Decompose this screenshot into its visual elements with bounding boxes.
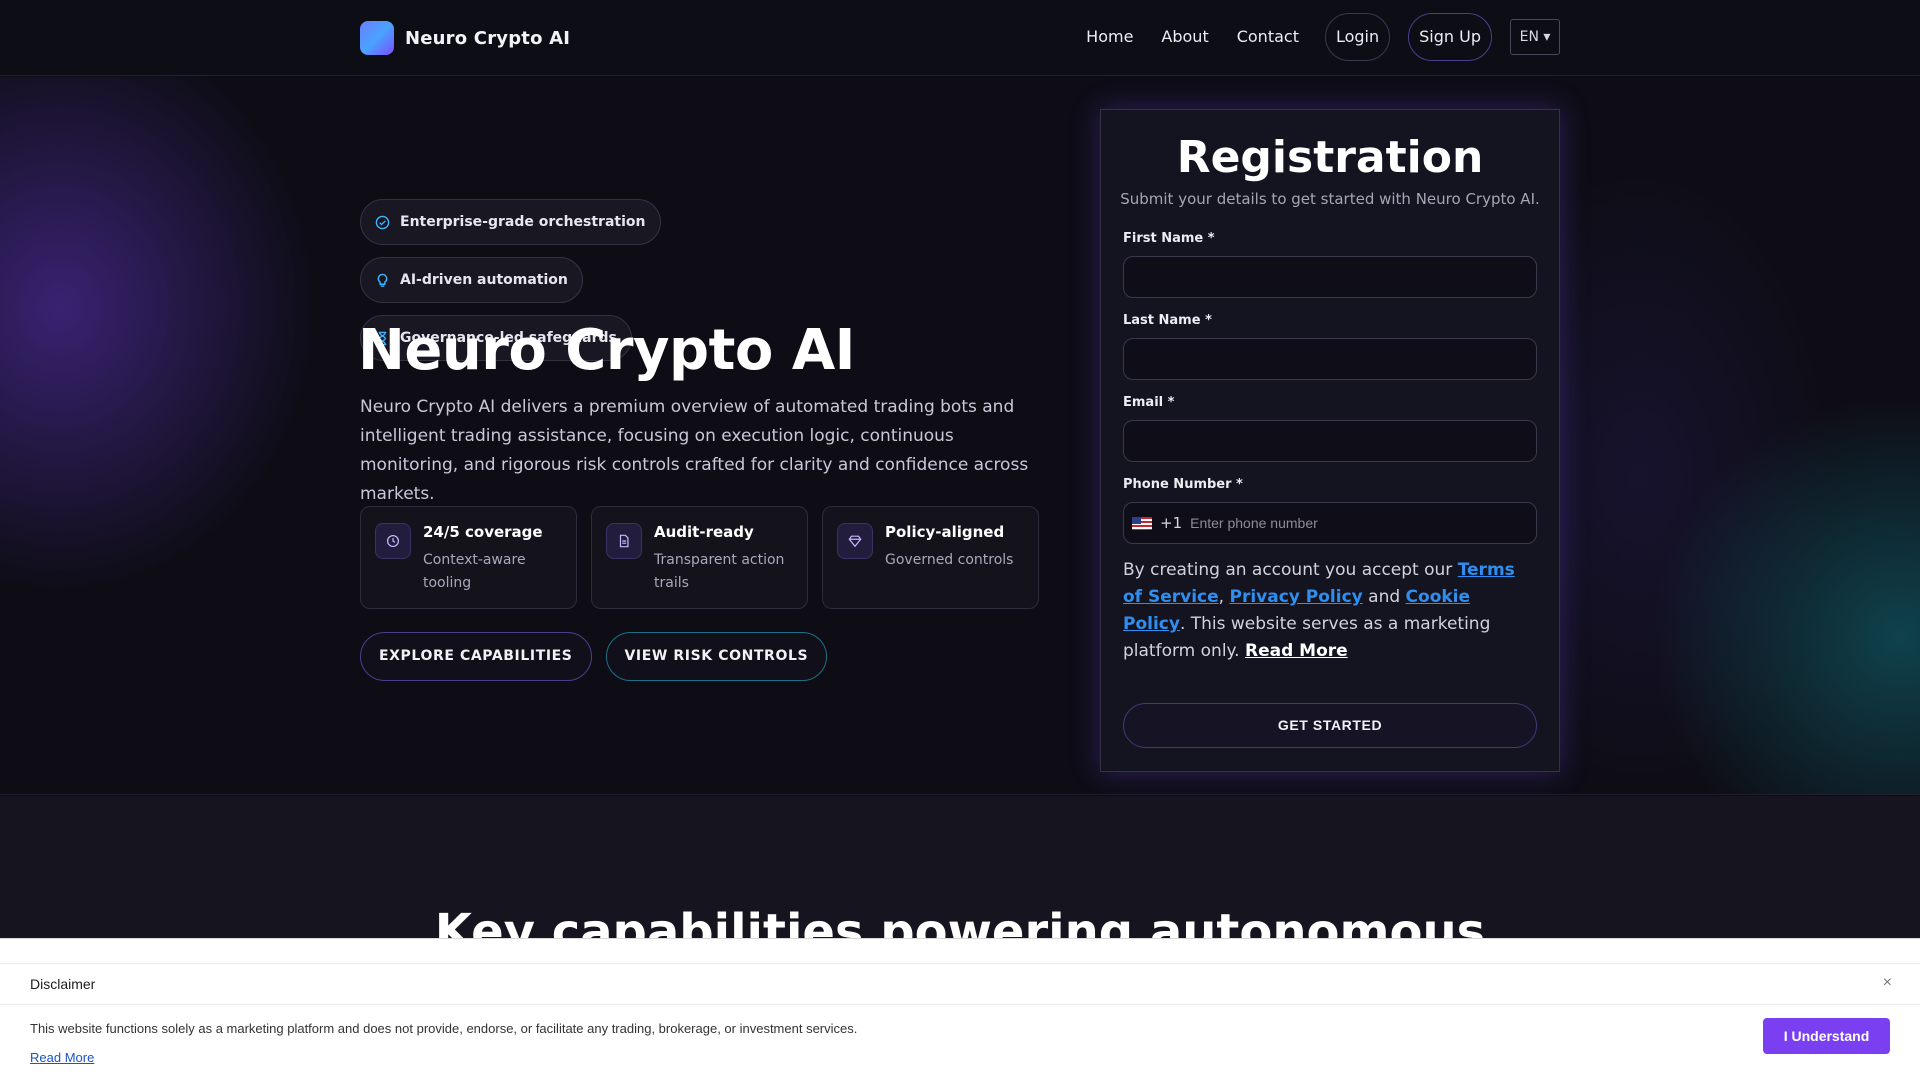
first-name-label: First Name * [1123, 231, 1215, 246]
terms-text: By creating an account you accept our Te… [1123, 557, 1537, 665]
document-icon [606, 523, 642, 559]
check-circle-icon [375, 215, 390, 229]
stat-subtitle: Transparent action trails [654, 552, 785, 591]
stat-card-coverage: 24/5 coverage Context-aware tooling [360, 506, 577, 609]
disclaimer-header: Disclaimer × [0, 963, 1920, 1005]
registration-title: Registration [1176, 132, 1484, 183]
stat-title: 24/5 coverage [423, 523, 543, 541]
chip-automation: AI-driven automation [360, 257, 583, 303]
stat-title: Policy-aligned [885, 523, 1005, 541]
stat-subtitle: Governed controls [885, 552, 1014, 568]
disclaimer-title: Disclaimer [30, 976, 96, 992]
brand[interactable]: Neuro Crypto AI [360, 21, 570, 55]
login-button[interactable]: Login [1324, 13, 1391, 61]
view-risk-controls-button[interactable]: VIEW RISK CONTROLS [605, 632, 828, 681]
hero-description: Neuro Crypto AI delivers a premium overv… [360, 397, 1029, 504]
get-started-button[interactable]: GET STARTED [1123, 703, 1537, 748]
stat-title: Audit-ready [654, 523, 754, 541]
terms-prefix: By creating an account you accept our [1123, 560, 1458, 580]
terms-read-more-link[interactable]: Read More [1245, 641, 1348, 661]
disclaimer-text: This website functions solely as a marke… [30, 1021, 858, 1036]
diamond-icon [837, 523, 873, 559]
brand-logo-icon [360, 21, 394, 55]
clock-icon [375, 523, 411, 559]
explore-capabilities-button[interactable]: EXPLORE CAPABILITIES [360, 632, 592, 681]
email-label: Email * [1123, 395, 1175, 410]
brand-name: Neuro Crypto AI [405, 27, 571, 49]
phone-input[interactable] [1190, 503, 1536, 543]
stat-cards: 24/5 coverage Context-aware tooling Audi… [360, 506, 1039, 609]
chip-label: AI-driven automation [400, 272, 568, 288]
disclaimer-banner: Disclaimer × This website functions sole… [0, 938, 1920, 1080]
hero-title: Neuro Crypto AI [358, 318, 856, 383]
terms-and: and [1362, 587, 1406, 607]
phone-field: +1 [1123, 502, 1537, 544]
language-select[interactable]: EN ▾ [1510, 19, 1560, 55]
first-name-field[interactable] [1123, 256, 1537, 298]
site-header: Neuro Crypto AI Home About Contact Login… [0, 0, 1920, 76]
terms-comma: , [1218, 587, 1230, 607]
dial-code[interactable]: +1 [1160, 514, 1182, 532]
stat-subtitle: Context-aware tooling [423, 552, 526, 591]
close-icon[interactable]: × [1883, 974, 1892, 992]
stat-card-audit: Audit-ready Transparent action trails [591, 506, 808, 609]
hero-cta-group: EXPLORE CAPABILITIES VIEW RISK CONTROLS [360, 632, 828, 681]
lightbulb-icon [377, 273, 388, 287]
main-nav: Home About Contact Login Sign Up EN ▾ [1072, 13, 1560, 61]
stat-card-policy: Policy-aligned Governed controls [822, 506, 1039, 609]
i-understand-button[interactable]: I Understand [1763, 1018, 1890, 1054]
registration-subtitle: Submit your details to get started with … [1120, 190, 1540, 208]
last-name-label: Last Name * [1123, 313, 1212, 328]
last-name-field[interactable] [1123, 338, 1537, 380]
phone-label: Phone Number * [1123, 477, 1243, 492]
us-flag-icon[interactable] [1132, 516, 1152, 530]
privacy-policy-link[interactable]: Privacy Policy [1229, 587, 1362, 607]
email-field[interactable] [1123, 420, 1537, 462]
nav-contact-link[interactable]: Contact [1223, 13, 1313, 61]
chip-enterprise: Enterprise-grade orchestration [360, 199, 661, 245]
signup-button[interactable]: Sign Up [1408, 13, 1492, 61]
nav-home-link[interactable]: Home [1072, 13, 1147, 61]
disclaimer-read-more-link[interactable]: Read More [30, 1050, 94, 1065]
chip-label: Enterprise-grade orchestration [400, 214, 646, 230]
registration-card: Registration Submit your details to get … [1100, 109, 1560, 772]
nav-about-link[interactable]: About [1147, 13, 1222, 61]
